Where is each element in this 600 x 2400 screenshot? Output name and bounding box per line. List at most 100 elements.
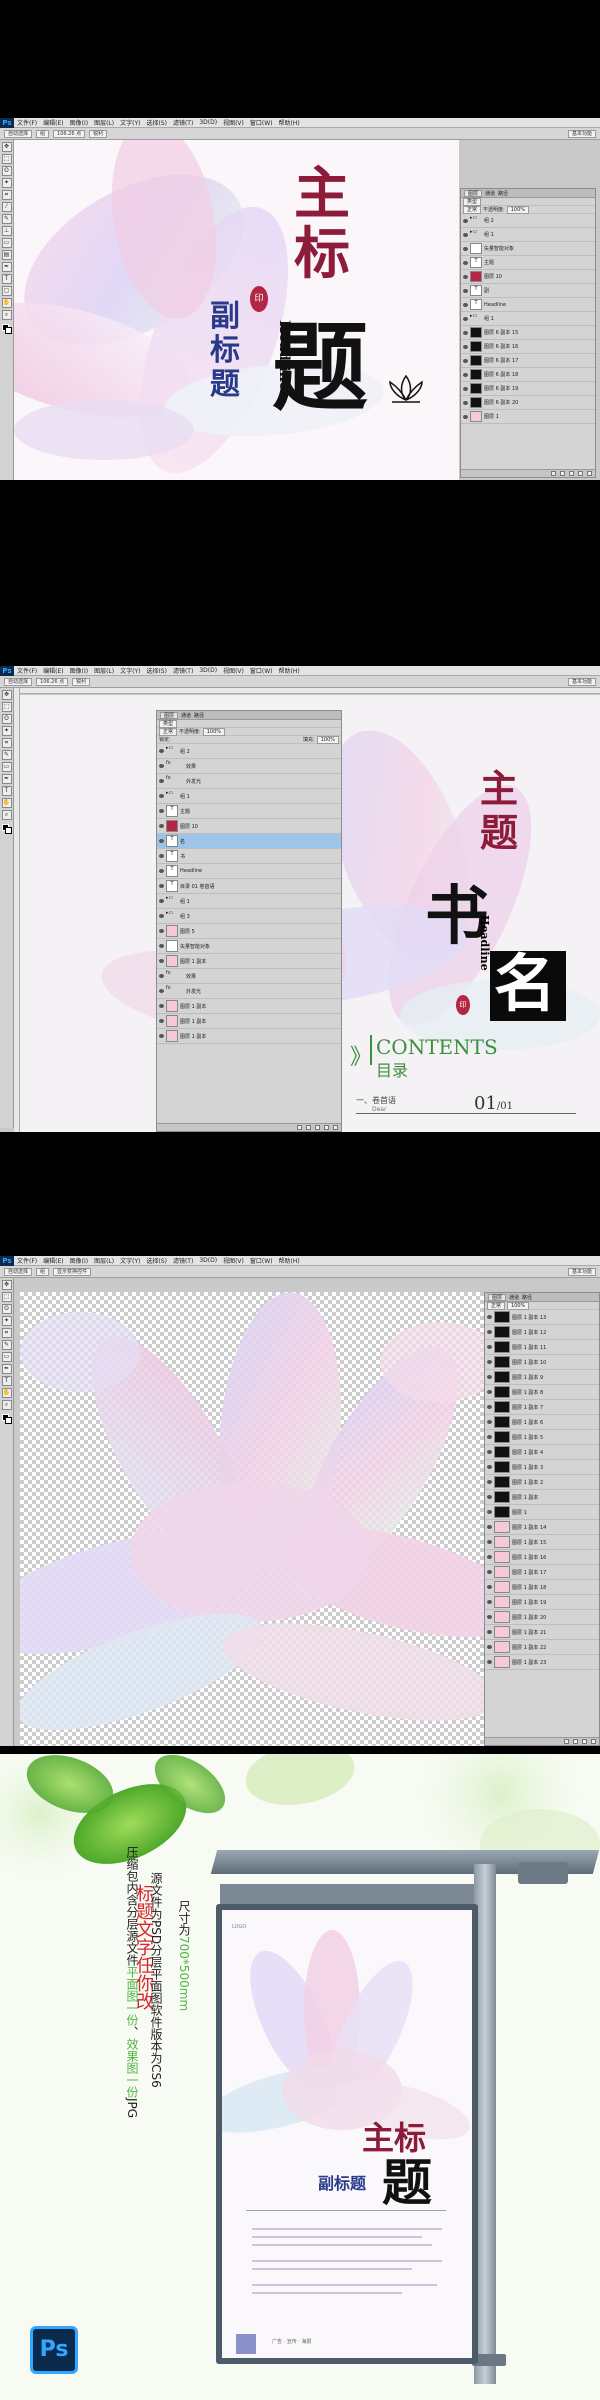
tab-paths[interactable]: 路径 bbox=[194, 712, 204, 719]
visibility-eye-icon[interactable] bbox=[487, 1615, 492, 1619]
layer-row[interactable]: 图层 1 副本 21 bbox=[485, 1625, 599, 1640]
layer-row[interactable]: 图层 10 bbox=[461, 270, 595, 284]
layer-row[interactable]: 图层 1 副本 17 bbox=[485, 1565, 599, 1580]
auto-select-dropdown[interactable]: 自动选择 bbox=[4, 677, 33, 686]
marquee-tool-icon[interactable]: ⬚ bbox=[1, 154, 12, 164]
workspace-dropdown[interactable]: 基本功能 bbox=[567, 677, 596, 686]
visibility-eye-icon[interactable] bbox=[159, 989, 164, 993]
layer-row[interactable]: T书 bbox=[157, 849, 341, 864]
crop-tool-icon[interactable]: ⌗ bbox=[1, 190, 12, 200]
layer-row[interactable]: fx 外发光 bbox=[157, 774, 341, 789]
menu-view[interactable]: 视图(V) bbox=[220, 118, 247, 127]
layer-row[interactable]: 矢量智能对象 bbox=[157, 939, 341, 954]
visibility-eye-icon[interactable] bbox=[463, 400, 468, 405]
mask-icon[interactable] bbox=[315, 1125, 320, 1130]
visibility-eye-icon[interactable] bbox=[159, 974, 164, 978]
menu-view[interactable]: 视图(V) bbox=[220, 1256, 247, 1265]
visibility-eye-icon[interactable] bbox=[463, 358, 468, 363]
visibility-eye-icon[interactable] bbox=[159, 959, 164, 963]
pen-tool-icon[interactable]: ✒ bbox=[1, 774, 12, 784]
tab-layers[interactable]: 图层 bbox=[464, 189, 483, 197]
layer-row[interactable]: 图层 1 副本 13 bbox=[485, 1310, 599, 1325]
type-tool-icon[interactable]: T bbox=[1, 1376, 12, 1386]
visibility-eye-icon[interactable] bbox=[463, 288, 468, 293]
move-tool-icon[interactable]: ✥ bbox=[1, 690, 12, 700]
visibility-eye-icon[interactable] bbox=[463, 344, 468, 349]
anti-alias-dropdown[interactable]: 锐利 bbox=[72, 677, 91, 686]
fill-field[interactable]: 100% bbox=[316, 735, 339, 744]
font-size-field[interactable]: 106.26 点 bbox=[36, 677, 69, 686]
trash-icon[interactable] bbox=[333, 1125, 338, 1130]
layer-row[interactable]: 图层 1 bbox=[485, 1505, 599, 1520]
link-layers-icon[interactable] bbox=[297, 1125, 302, 1130]
crop-tool-icon[interactable]: ⌗ bbox=[1, 1328, 12, 1338]
visibility-eye-icon[interactable] bbox=[487, 1630, 492, 1634]
visibility-eye-icon[interactable] bbox=[463, 386, 468, 391]
shape-tool-icon[interactable]: ▢ bbox=[1, 286, 12, 296]
auto-select-dropdown[interactable]: 自动选择 bbox=[4, 1267, 33, 1276]
menu-help[interactable]: 帮助(H) bbox=[276, 666, 303, 675]
show-transform-checkbox[interactable]: 显示变换控件 bbox=[53, 1267, 92, 1276]
eraser-tool-icon[interactable]: ▭ bbox=[1, 1352, 12, 1362]
visibility-eye-icon[interactable] bbox=[159, 884, 164, 888]
visibility-eye-icon[interactable] bbox=[159, 1004, 164, 1008]
menu-type[interactable]: 文字(Y) bbox=[117, 666, 143, 675]
trash-icon[interactable] bbox=[591, 1739, 596, 1744]
opacity-field[interactable]: 100% bbox=[506, 205, 529, 214]
visibility-eye-icon[interactable] bbox=[487, 1645, 492, 1649]
color-swatches[interactable] bbox=[1, 1414, 12, 1424]
menu-edit[interactable]: 编辑(E) bbox=[40, 666, 66, 675]
visibility-eye-icon[interactable] bbox=[463, 246, 468, 251]
menu-image[interactable]: 图像(I) bbox=[67, 118, 91, 127]
layer-row[interactable]: 图层 10 bbox=[157, 819, 341, 834]
layer-row[interactable]: 图层 6 副本 15 bbox=[461, 326, 595, 340]
menu-layer[interactable]: 图层(L) bbox=[91, 1256, 117, 1265]
layer-row[interactable]: 图层 1 副本 23 bbox=[485, 1655, 599, 1670]
color-swatches[interactable] bbox=[1, 324, 12, 334]
layer-row[interactable]: T Headline bbox=[461, 298, 595, 312]
color-swatches[interactable] bbox=[1, 824, 12, 834]
group-dropdown[interactable]: 组 bbox=[36, 129, 50, 138]
visibility-eye-icon[interactable] bbox=[159, 839, 164, 843]
menu-type[interactable]: 文字(Y) bbox=[117, 118, 143, 127]
layer-row[interactable]: 图层 5 bbox=[157, 924, 341, 939]
layer-row[interactable]: T Headline bbox=[157, 864, 341, 879]
magic-wand-tool-icon[interactable]: ✦ bbox=[1, 1316, 12, 1326]
menu-select[interactable]: 选择(S) bbox=[143, 666, 170, 675]
gradient-tool-icon[interactable]: ▤ bbox=[1, 250, 12, 260]
visibility-eye-icon[interactable] bbox=[463, 218, 468, 223]
type-tool-icon[interactable]: T bbox=[1, 274, 12, 284]
visibility-eye-icon[interactable] bbox=[159, 929, 164, 933]
layer-row[interactable]: 图层 1 副本 4 bbox=[485, 1445, 599, 1460]
marquee-tool-icon[interactable]: ⬚ bbox=[1, 702, 12, 712]
link-layers-icon[interactable] bbox=[564, 1739, 569, 1744]
fx-icon[interactable] bbox=[573, 1739, 578, 1744]
visibility-eye-icon[interactable] bbox=[487, 1570, 492, 1574]
visibility-eye-icon[interactable] bbox=[159, 1019, 164, 1023]
visibility-eye-icon[interactable] bbox=[159, 809, 164, 813]
visibility-eye-icon[interactable] bbox=[159, 749, 164, 753]
visibility-eye-icon[interactable] bbox=[463, 260, 468, 265]
menu-filter[interactable]: 滤镜(T) bbox=[170, 1256, 196, 1265]
visibility-eye-icon[interactable] bbox=[159, 1034, 164, 1038]
menu-file[interactable]: 文件(F) bbox=[14, 666, 40, 675]
visibility-eye-icon[interactable] bbox=[487, 1405, 492, 1409]
blend-mode-dropdown[interactable]: 正常 bbox=[463, 205, 482, 214]
tab-paths[interactable]: 路径 bbox=[522, 1294, 532, 1301]
layer-row[interactable]: T 主题 bbox=[461, 256, 595, 270]
brush-tool-icon[interactable]: ✎ bbox=[1, 750, 12, 760]
layer-row[interactable]: 图层 1 副本 12 bbox=[485, 1325, 599, 1340]
layer-row[interactable]: 图层 6 副本 18 bbox=[461, 368, 595, 382]
visibility-eye-icon[interactable] bbox=[159, 779, 164, 783]
visibility-eye-icon[interactable] bbox=[159, 899, 164, 903]
visibility-eye-icon[interactable] bbox=[463, 414, 468, 419]
brush-tool-icon[interactable]: ✎ bbox=[1, 214, 12, 224]
layer-row[interactable]: 图层 1 副本 9 bbox=[485, 1370, 599, 1385]
visibility-eye-icon[interactable] bbox=[463, 302, 468, 307]
layer-row[interactable]: T名 bbox=[157, 834, 341, 849]
new-layer-icon[interactable] bbox=[578, 471, 583, 476]
menu-select[interactable]: 选择(S) bbox=[143, 118, 170, 127]
canvas-3[interactable] bbox=[20, 1292, 484, 1746]
opacity-field[interactable]: 100% bbox=[202, 727, 225, 736]
visibility-eye-icon[interactable] bbox=[487, 1510, 492, 1514]
